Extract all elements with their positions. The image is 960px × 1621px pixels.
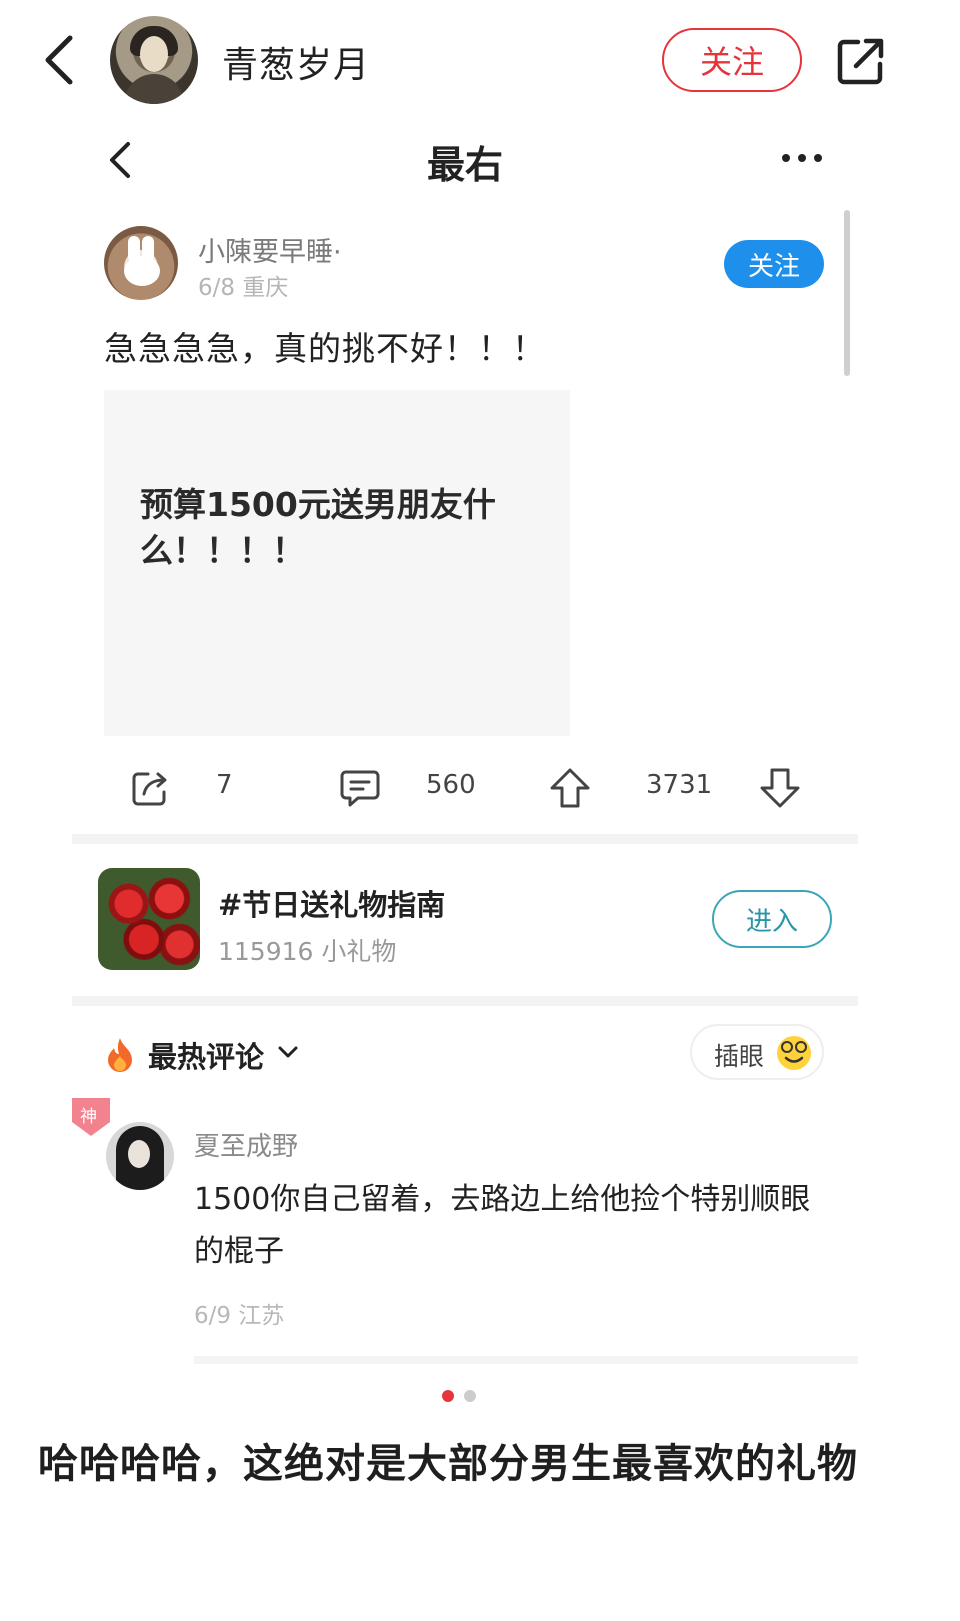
comment-icon[interactable] — [338, 766, 382, 810]
upvote-icon[interactable] — [548, 766, 592, 810]
avatar[interactable] — [110, 16, 198, 104]
upvote-count: 3731 — [646, 770, 713, 800]
comment-author-avatar[interactable] — [106, 1122, 174, 1190]
insert-label: 插眼 — [714, 1042, 765, 1071]
god-badge-label: 神 — [80, 1107, 97, 1127]
comment-meta: 6/9 江苏 — [194, 1303, 285, 1329]
downvote-icon[interactable] — [758, 766, 802, 810]
avatar-head — [124, 256, 160, 286]
back-icon[interactable] — [38, 30, 82, 90]
insert-button[interactable]: 插眼 — [690, 1024, 824, 1080]
chevron-down-icon[interactable] — [276, 1042, 300, 1062]
pager-dot-active[interactable] — [442, 1390, 454, 1402]
comment-count: 560 — [426, 770, 476, 800]
follow-button[interactable]: 关注 — [662, 28, 802, 92]
scrollbar[interactable] — [844, 210, 850, 376]
post-author-name[interactable]: 小陳要早睡· — [198, 230, 342, 269]
topic-title[interactable]: #节日送礼物指南 — [218, 882, 445, 924]
follow-button[interactable]: 关注 — [724, 240, 824, 288]
repost-count: 7 — [216, 770, 233, 800]
topic-thumbnail[interactable] — [98, 868, 200, 970]
page-title: 最右 — [426, 143, 503, 187]
smile-emoji-icon — [777, 1036, 811, 1070]
post-author-avatar[interactable] — [104, 226, 178, 300]
post-caption: 哈哈哈哈，这绝对是大部分男生最喜欢的礼物 — [38, 1441, 858, 1487]
avatar-face — [140, 36, 168, 72]
post-text: 急急急急，真的挑不好！！！ — [104, 329, 546, 368]
action-bar: 7 560 3731 — [104, 756, 824, 816]
post-meta: 6/8 重庆 — [198, 275, 289, 301]
avatar-body — [124, 74, 184, 104]
divider — [72, 996, 858, 1006]
image-pager[interactable] — [442, 1390, 482, 1404]
enter-topic-button[interactable]: 进入 — [712, 890, 832, 948]
divider — [72, 834, 858, 844]
comment-author-name[interactable]: 夏至成野 — [194, 1126, 298, 1163]
share-icon[interactable] — [834, 34, 888, 88]
post-image[interactable]: 预算1500元送男朋友什么！！！！ — [104, 390, 570, 736]
app-header: 青葱岁月 关注 — [0, 0, 960, 120]
back-icon[interactable] — [104, 138, 136, 182]
avatar-face — [128, 1140, 150, 1168]
pager-dot[interactable] — [464, 1390, 476, 1402]
comment-text: 1500你自己留着，去路边上给他捡个特别顺眼的棍子 — [194, 1182, 811, 1269]
fire-icon — [108, 1038, 132, 1072]
repost-icon[interactable] — [128, 766, 172, 810]
more-icon[interactable] — [780, 150, 824, 166]
post-image-text: 预算1500元送男朋友什么！！！！ — [140, 485, 496, 570]
divider — [194, 1356, 858, 1364]
author-name[interactable]: 青葱岁月 — [222, 36, 370, 88]
hot-comments-label[interactable]: 最热评论 — [148, 1034, 264, 1076]
topic-count: 115916 小礼物 — [218, 937, 397, 966]
